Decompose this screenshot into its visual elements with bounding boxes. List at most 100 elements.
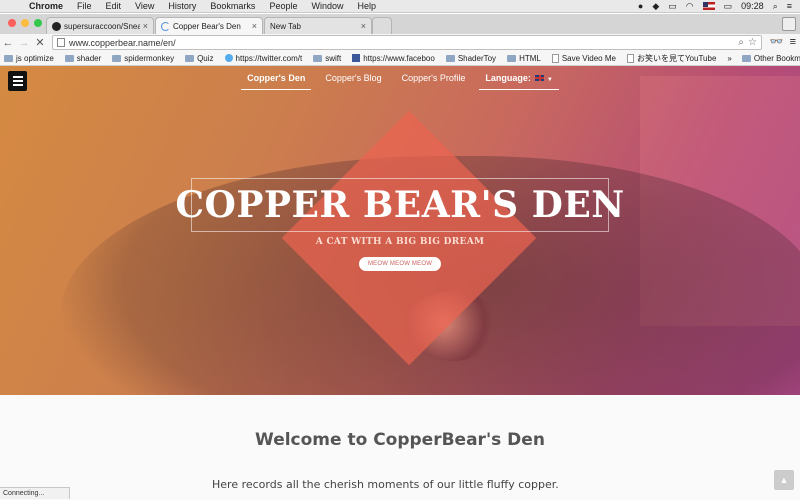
new-tab-button[interactable]	[372, 17, 392, 34]
back-arrow-icon[interactable]: ←	[0, 37, 16, 49]
extension-glasses-icon[interactable]: 👓	[770, 35, 784, 48]
chrome-menu-icon[interactable]: ≡	[790, 36, 796, 48]
bookmark-label: https://twitter.com/t	[235, 53, 303, 63]
bookmark-html[interactable]: HTML	[507, 54, 541, 63]
twitter-icon	[224, 54, 233, 62]
bookmark-shader[interactable]: shader	[64, 54, 101, 63]
minimize-window-button[interactable]	[21, 19, 29, 27]
bookmark-label: ShaderToy	[457, 53, 497, 63]
bookmark-shadertoy[interactable]: ShaderToy	[445, 53, 497, 63]
menu-bookmarks[interactable]: Bookmarks	[203, 1, 262, 11]
status-bar: Connecting...	[0, 487, 70, 499]
document-icon	[551, 53, 559, 63]
bookmark-label: Save Video Me	[561, 53, 616, 63]
bookmark-js-optimize[interactable]: js optimize	[4, 54, 54, 63]
menu-window[interactable]: Window	[304, 1, 350, 11]
stop-loading-icon[interactable]: ✕	[32, 36, 48, 49]
nav-coppers-profile[interactable]: Copper's Profile	[396, 66, 472, 90]
close-window-button[interactable]	[8, 19, 16, 27]
menubar-clock[interactable]: 09:28	[741, 1, 764, 11]
battery-icon[interactable]: ▭	[724, 1, 733, 12]
tab-github[interactable]: supersuraccoon/SneakyJo ×	[46, 17, 154, 34]
chevron-right-icon[interactable]: »	[727, 54, 731, 63]
forward-arrow-icon[interactable]: →	[16, 37, 32, 49]
language-dropdown[interactable]: Language: ▼	[479, 66, 559, 90]
menu-people[interactable]: People	[262, 1, 304, 11]
notification-center-icon[interactable]: ≡	[787, 1, 792, 11]
bookmark-label: Other Bookmarks	[753, 53, 800, 63]
bookmark-other[interactable]: » Other Bookmarks	[727, 54, 800, 63]
nav-coppers-den[interactable]: Copper's Den	[241, 66, 312, 90]
close-tab-icon[interactable]: ×	[252, 21, 257, 31]
hero-title: COPPER BEAR'S DEN	[175, 184, 625, 226]
hero-subtitle: A CAT WITH A BIG BIG DREAM	[315, 237, 485, 247]
folder-icon	[445, 54, 455, 62]
bookmark-swift[interactable]: swift	[313, 54, 341, 63]
loading-spinner-icon	[161, 21, 170, 31]
bookmark-youtube[interactable]: お笑いを見てYouTube	[626, 53, 716, 64]
browser-toolbar: ← → ✕ www.copperbear.name/en/ ⌕ ☆ 👓 ≡	[0, 34, 800, 51]
hamburger-menu-icon[interactable]	[8, 71, 27, 91]
bookmark-star-icon[interactable]: ☆	[748, 37, 757, 48]
url-text[interactable]: www.copperbear.name/en/	[69, 38, 738, 48]
bookmark-label: spidermonkey	[124, 53, 175, 63]
airplay-icon[interactable]: ▭	[668, 1, 677, 12]
language-label: Language:	[485, 73, 531, 83]
intro-text: Here records all the cherish moments of …	[212, 478, 559, 491]
bookmark-facebook[interactable]: https://www.faceboo	[352, 54, 435, 63]
meow-button[interactable]: MEOW MEOW MEOW	[359, 257, 441, 271]
tab-title: Copper Bear's Den	[173, 21, 241, 31]
bookmark-label: Quiz	[197, 53, 214, 63]
bookmark-label: js optimize	[16, 53, 54, 63]
github-icon	[52, 21, 61, 31]
bookmark-label: https://www.faceboo	[363, 53, 435, 63]
folder-icon	[112, 54, 122, 62]
page-info-icon[interactable]	[57, 38, 65, 47]
menubar-status-area: ● ◆ ▭ ◠ ▭ 09:28 ⌕ ≡	[638, 1, 800, 12]
scroll-to-top-button[interactable]: ▲	[774, 470, 794, 490]
menu-app-name[interactable]: Chrome	[22, 1, 70, 11]
zoom-window-button[interactable]	[34, 19, 42, 27]
folder-icon	[741, 54, 751, 62]
macos-menubar: Chrome File Edit View History Bookmarks …	[0, 0, 800, 13]
hero-section: Copper's Den Copper's Blog Copper's Prof…	[0, 66, 800, 395]
folder-icon	[4, 54, 13, 62]
uk-flag-icon	[535, 75, 545, 81]
document-icon	[626, 53, 634, 63]
menu-file[interactable]: File	[70, 1, 99, 11]
tab-title: supersuraccoon/SneakyJo	[64, 21, 140, 31]
wifi-icon[interactable]: ◠	[686, 1, 694, 12]
bookmark-spidermonkey[interactable]: spidermonkey	[112, 54, 174, 63]
close-tab-icon[interactable]: ×	[361, 21, 366, 31]
folder-icon	[185, 54, 195, 62]
menu-help[interactable]: Help	[350, 1, 383, 11]
nav-coppers-blog[interactable]: Copper's Blog	[319, 66, 387, 90]
spotlight-icon[interactable]: ⌕	[773, 1, 778, 12]
menu-history[interactable]: History	[161, 1, 203, 11]
hero-title-frame: COPPER BEAR'S DEN	[175, 178, 624, 232]
folder-icon	[64, 54, 74, 62]
input-source-flag-icon[interactable]	[702, 2, 715, 10]
zoom-icon[interactable]: ⌕	[738, 37, 744, 48]
tab-copper-bears-den[interactable]: Copper Bear's Den ×	[155, 17, 263, 34]
facebook-icon	[352, 54, 361, 62]
folder-icon	[507, 54, 517, 62]
qq-icon[interactable]: ●	[638, 1, 643, 11]
menu-edit[interactable]: Edit	[99, 1, 129, 11]
tab-title: New Tab	[270, 21, 301, 31]
bookmark-label: swift	[325, 53, 342, 63]
dropbox-icon[interactable]: ◆	[652, 1, 659, 12]
close-tab-icon[interactable]: ×	[143, 21, 148, 31]
bookmark-twitter[interactable]: https://twitter.com/t	[224, 53, 303, 63]
tab-strip: supersuraccoon/SneakyJo × Copper Bear's …	[0, 14, 800, 34]
address-bar[interactable]: www.copperbear.name/en/ ⌕ ☆	[52, 35, 762, 50]
toolbar-extensions: 👓 ≡	[770, 35, 796, 49]
menu-view[interactable]: View	[128, 1, 161, 11]
caret-down-icon: ▼	[546, 77, 553, 83]
bookmark-quiz[interactable]: Quiz	[185, 53, 214, 63]
site-navigation: Copper's Den Copper's Blog Copper's Prof…	[0, 66, 800, 90]
window-controls	[8, 19, 42, 27]
profile-icon[interactable]	[782, 17, 796, 31]
tab-new-tab[interactable]: New Tab ×	[264, 17, 372, 34]
bookmark-save-video[interactable]: Save Video Me	[551, 53, 616, 63]
